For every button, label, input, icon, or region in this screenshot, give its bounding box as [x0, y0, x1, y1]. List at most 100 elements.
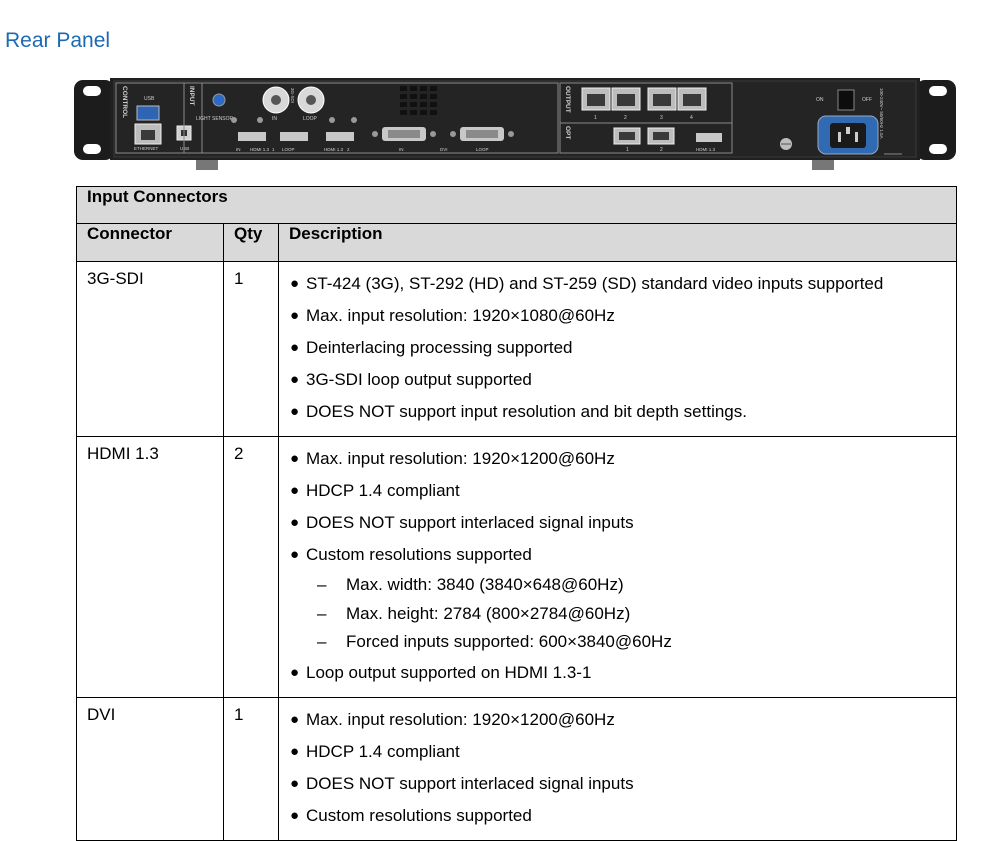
- feature-text: DOES NOT support input resolution and bi…: [306, 402, 747, 421]
- hdmi-output-port: [696, 133, 722, 142]
- connector-qty: 1: [223, 261, 279, 437]
- feature-item: ● Deinterlacing processing supported: [289, 332, 956, 364]
- dash-icon: –: [317, 632, 327, 651]
- feature-list: ● ST-424 (3G), ST-292 (HD) and ST-259 (SD…: [289, 268, 956, 428]
- table-row-3g-sdi: 3G-SDI 1 ● ST-424 (3G), ST-292 (HD) and S…: [76, 261, 958, 437]
- output-port-2-label: 2: [624, 115, 627, 121]
- feature-text: HDCP 1.4 compliant: [306, 741, 460, 761]
- hdmi-1-label: HDMI 1.3: [250, 147, 270, 152]
- dvi-loop-label: LOOP: [476, 147, 489, 152]
- section-heading: Rear Panel: [5, 29, 111, 52]
- feature-text: Max. width: 3840 (3840×648@60Hz): [346, 575, 624, 594]
- feature-item: ● DOES NOT support input resolution and b…: [289, 396, 956, 428]
- power-off-label: OFF: [862, 97, 872, 103]
- bullet-icon: ●: [290, 806, 300, 824]
- ac-power-inlet: [817, 115, 879, 155]
- left-rack-ear: [74, 80, 114, 160]
- dvi-label: DVI: [440, 147, 448, 152]
- feature-text: Custom resolutions supported: [306, 545, 532, 564]
- feature-item: ● DOES NOT support interlaced signal inpu…: [289, 768, 956, 800]
- bullet-icon: ●: [290, 774, 300, 792]
- feature-text: HDCP 1.4 compliant: [306, 481, 460, 500]
- feature-text: Max. input resolution: 1920×1200@60Hz: [306, 709, 615, 729]
- opt-port-1-label: 1: [626, 147, 629, 153]
- bullet-icon: ●: [290, 307, 300, 324]
- feature-item: ● Custom resolutions supported: [289, 800, 956, 832]
- table-row-dvi: DVI 1 ● Max. input resolution: 1920×1200@…: [76, 696, 958, 841]
- feature-item: ● Loop output supported on HDMI 1.3-1: [289, 657, 956, 689]
- feature-list: ● Max. input resolution: 1920×1200@60Hz ●…: [289, 443, 956, 689]
- bullet-icon: ●: [290, 482, 300, 499]
- feature-text: Max. height: 2784 (800×2784@60Hz): [346, 603, 631, 623]
- connector-name: HDMI 1.3: [76, 436, 224, 698]
- bullet-icon: ●: [290, 371, 300, 388]
- feature-text: ST-424 (3G), ST-292 (HD) and ST-259 (SD)…: [306, 274, 884, 293]
- table-row-hdmi: HDMI 1.3 2 ● Max. input resolution: 1920×…: [76, 436, 958, 698]
- power-rating-label: 100-240V~ 50/60Hz 1.5A: [879, 88, 884, 139]
- power-on-label: ON: [816, 97, 824, 103]
- table-section-title: Input Connectors: [75, 186, 958, 224]
- input-label: INPUT: [188, 86, 195, 106]
- feature-item: ● HDCP 1.4 compliant: [289, 475, 956, 507]
- bullet-icon: ●: [290, 275, 300, 292]
- output-port-4-label: 4: [690, 115, 693, 121]
- hdmi-output-label: HDMI 1.3: [696, 147, 716, 152]
- rubber-feet: [196, 160, 834, 170]
- ethernet-label: ETHERNET: [134, 146, 159, 151]
- connector-qty: 2: [223, 436, 279, 698]
- feature-text: Custom resolutions supported: [306, 805, 532, 825]
- bullet-icon: ●: [290, 339, 300, 356]
- usb-a-port: [136, 105, 160, 121]
- hdmi-in-label: IN: [236, 147, 241, 152]
- output-port-3-label: 3: [660, 115, 663, 121]
- feature-text: Deinterlacing processing supported: [306, 338, 573, 357]
- column-header-qty: Qty: [223, 223, 279, 262]
- feature-item: ● Custom resolutions supported: [289, 539, 956, 571]
- feature-text: Max. input resolution: 1920×1080@60Hz: [306, 306, 615, 325]
- hdmi-loop-port: [280, 132, 308, 141]
- table-header-row: Connector Qty Description: [76, 223, 958, 262]
- connector-description: ● Max. input resolution: 1920×1200@60Hz ●…: [277, 696, 958, 841]
- feature-list: ● Max. input resolution: 1920×1200@60Hz ●…: [289, 704, 956, 832]
- feature-item: ● Max. input resolution: 1920×1200@60Hz: [289, 704, 956, 736]
- column-header-description: Description: [277, 223, 958, 262]
- opt-label: OPT: [564, 126, 571, 139]
- bullet-icon: ●: [290, 514, 300, 531]
- feature-text: DOES NOT support interlaced signal input…: [306, 773, 634, 793]
- sdi-in-label: IN: [272, 116, 277, 122]
- hdmi-2-port: [326, 132, 354, 141]
- dvi-in-label: IN: [399, 147, 404, 152]
- power-switch: [837, 89, 855, 111]
- sub-feature-item: – Max. width: 3840 (3840×648@60Hz): [289, 571, 956, 600]
- sub-feature-item: – Max. height: 2784 (800×2784@60Hz): [289, 600, 956, 629]
- feature-text: Forced inputs supported: 600×3840@60Hz: [346, 632, 672, 651]
- feature-item: ● Max. input resolution: 1920×1200@60Hz: [289, 443, 956, 475]
- hdmi-1-port: [238, 132, 266, 141]
- connector-description: ● ST-424 (3G), ST-292 (HD) and ST-259 (SD…: [277, 261, 958, 437]
- output-label: OUTPUT: [564, 86, 571, 113]
- ground-screw: [780, 138, 792, 150]
- usb-b-label: USB: [180, 146, 189, 151]
- sdi-loop-label: LOOP: [303, 116, 318, 122]
- bullet-icon: ●: [290, 450, 300, 467]
- input-connectors-table: Input Connectors Connector Qty Descripti…: [75, 186, 958, 841]
- hdmi-2-label: HDMI 1.3: [324, 147, 344, 152]
- feature-text: 3G-SDI loop output supported: [306, 370, 532, 389]
- dash-icon: –: [317, 575, 327, 594]
- connector-name: DVI: [76, 696, 224, 841]
- connector-name: 3G-SDI: [76, 261, 224, 437]
- sdi-label: 3G-SDI: [290, 88, 295, 103]
- dash-icon: –: [317, 603, 327, 623]
- right-rack-ear: [916, 80, 956, 160]
- feature-text: Loop output supported on HDMI 1.3-1: [306, 662, 592, 682]
- feature-text: DOES NOT support interlaced signal input…: [306, 513, 634, 532]
- feature-item: ● 3G-SDI loop output supported: [289, 364, 956, 396]
- feature-text: Max. input resolution: 1920×1200@60Hz: [306, 449, 615, 468]
- light-sensor-label: LIGHT SENSOR: [196, 116, 234, 122]
- usb-a-label: USB: [144, 96, 155, 102]
- sub-feature-item: – Forced inputs supported: 600×3840@60Hz: [289, 628, 956, 657]
- control-label: CONTROL: [121, 86, 128, 118]
- bullet-icon: ●: [290, 710, 300, 728]
- feature-item: ● HDCP 1.4 compliant: [289, 736, 956, 768]
- output-port-1-label: 1: [594, 115, 597, 121]
